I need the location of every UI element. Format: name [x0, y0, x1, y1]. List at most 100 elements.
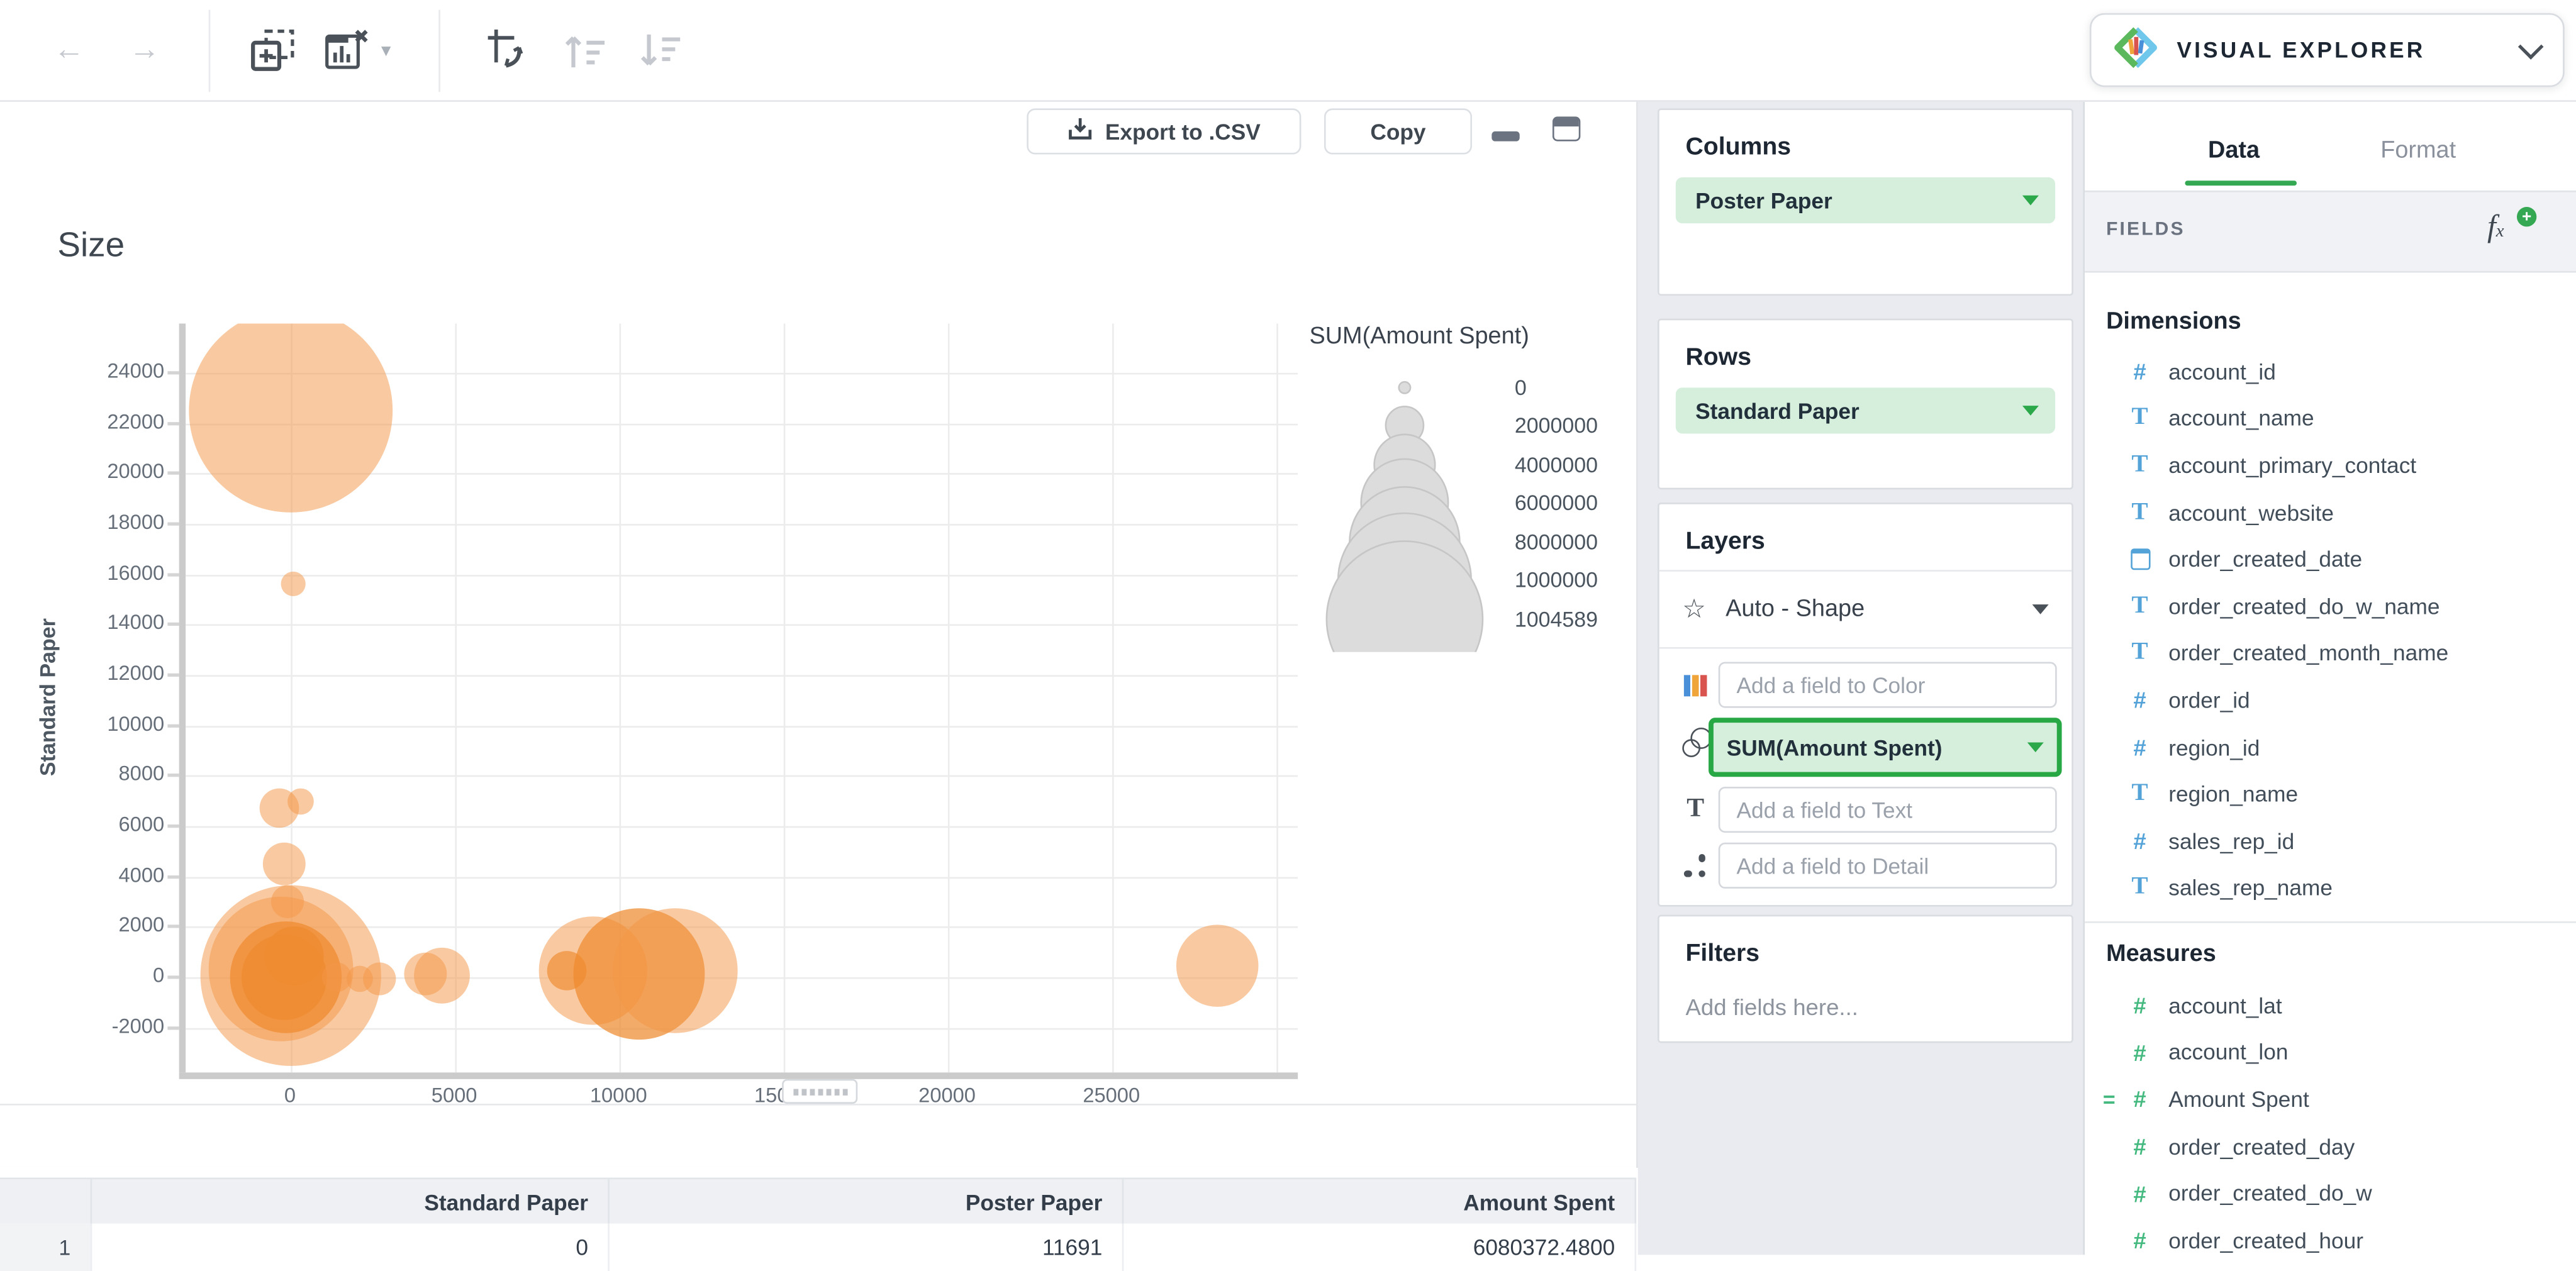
field-item-account-id[interactable]: #account_id — [2085, 348, 2576, 396]
results-table: Standard PaperPoster PaperAmount Spent 1… — [0, 1166, 1636, 1255]
table-cell: 6080372.4800 — [1124, 1224, 1636, 1271]
field-label: order_created_do_w_name — [2168, 594, 2439, 619]
visual-explorer-menu-button[interactable]: VISUAL EXPLORER — [2090, 13, 2565, 87]
layer-mode-dropdown[interactable]: ☆ Auto - Shape — [1659, 570, 2072, 648]
y-tick-mark — [167, 421, 179, 425]
field-label: order_created_date — [2168, 547, 2362, 572]
forward-arrow-icon[interactable]: → — [125, 23, 164, 79]
data-bubble[interactable] — [264, 926, 323, 985]
y-tick-label: 20000 — [49, 460, 164, 484]
gridline-horizontal — [186, 826, 1298, 828]
data-bubble[interactable] — [262, 843, 305, 885]
expand-panel-icon[interactable] — [1553, 116, 1580, 141]
text-icon: T — [2126, 641, 2153, 665]
tab-format[interactable]: Format — [2380, 138, 2456, 164]
data-bubble[interactable] — [1176, 925, 1258, 1007]
add-chart-icon[interactable] — [247, 23, 299, 79]
legend-title: SUM(Amount Spent) — [1309, 323, 1529, 350]
collapse-panel-icon[interactable] — [1492, 116, 1519, 141]
field-label: order_created_hour — [2168, 1228, 2363, 1253]
swap-axes-icon[interactable] — [481, 23, 534, 79]
field-label: Amount Spent — [2168, 1087, 2309, 1112]
field-item-region-id[interactable]: #region_id — [2085, 724, 2576, 771]
field-item-order-created-month-name[interactable]: Torder_created_month_name — [2085, 630, 2576, 677]
columns-shelf: Columns Poster Paper — [1658, 108, 2073, 296]
filters-placeholder: Add fields here... — [1686, 994, 2072, 1020]
sort-ascending-icon[interactable] — [559, 23, 611, 79]
field-item-account-website[interactable]: Taccount_website — [2085, 489, 2576, 536]
layers-shelf: Layers ☆ Auto - Shape Add a field to Col… — [1658, 502, 2073, 906]
rows-field-pill[interactable]: Standard Paper — [1676, 387, 2055, 433]
data-bubble[interactable] — [287, 788, 313, 814]
star-icon: ☆ — [1682, 593, 1705, 626]
field-item-sales-rep-name[interactable]: Tsales_rep_name — [2085, 865, 2576, 912]
shelves-panel: Columns Poster Paper Rows Standard Paper… — [1638, 102, 2083, 1255]
sort-descending-icon[interactable] — [634, 23, 687, 79]
y-tick-label: 0 — [49, 964, 164, 987]
field-item-sales-rep-id[interactable]: #sales_rep_id — [2085, 818, 2576, 865]
field-label: account_lat — [2168, 993, 2282, 1018]
table-row[interactable]: 10116916080372.4800 — [0, 1224, 1636, 1271]
column-header[interactable]: Poster Paper — [610, 1179, 1124, 1225]
resize-drag-handle[interactable] — [782, 1079, 857, 1104]
gridline-horizontal — [186, 624, 1298, 626]
legend-value-label: 1004589 — [1515, 607, 1598, 631]
row-number-header[interactable] — [0, 1179, 92, 1225]
field-item-account-primary-contact[interactable]: Taccount_primary_contact — [2085, 442, 2576, 489]
text-icon: T — [2126, 876, 2153, 901]
remove-chart-icon[interactable] — [322, 23, 371, 79]
data-bubble[interactable] — [413, 948, 469, 1004]
chevron-down-icon — [2022, 406, 2039, 416]
color-field-input[interactable]: Add a field to Color — [1719, 662, 2057, 708]
field-label: account_name — [2168, 406, 2314, 431]
export-csv-button[interactable]: Export to .CSV — [1027, 108, 1301, 154]
back-arrow-icon[interactable]: ← — [49, 23, 89, 79]
add-calculated-field-icon[interactable]: fx+ — [2487, 210, 2530, 253]
field-item-order-created-date[interactable]: order_created_date — [2085, 536, 2576, 583]
data-bubble[interactable] — [612, 908, 737, 1033]
field-label: order_id — [2168, 688, 2250, 713]
scatter-plot-area[interactable] — [186, 323, 1298, 1072]
field-item-order-created-day[interactable]: #order_created_day — [2085, 1123, 2576, 1170]
chart-card: Size Standard Paper 24000220002000018000… — [0, 102, 1638, 1168]
detail-field-input[interactable]: Add a field to Detail — [1719, 843, 2057, 889]
legend-value-label: 0 — [1515, 375, 1527, 400]
data-bubble[interactable] — [188, 323, 392, 512]
y-tick-label: 8000 — [49, 763, 164, 786]
field-item-account-name[interactable]: Taccount_name — [2085, 395, 2576, 442]
columns-field-pill[interactable]: Poster Paper — [1676, 177, 2055, 223]
columns-field-label: Poster Paper — [1695, 188, 1832, 213]
y-tick-mark — [167, 774, 179, 777]
legend-value-label: 1000000 — [1515, 567, 1598, 592]
toolbar-separator — [209, 10, 211, 92]
text-field-input[interactable]: Add a field to Text — [1719, 787, 2057, 833]
data-bubble[interactable] — [281, 571, 306, 596]
y-tick-label: 22000 — [49, 410, 164, 433]
chevron-down-icon[interactable]: ▼ — [374, 23, 398, 79]
field-item-order-created-do-w[interactable]: #order_created_do_w — [2085, 1170, 2576, 1217]
measures-header: Measures — [2106, 941, 2216, 967]
shape-field-pill-selected[interactable]: SUM(Amount Spent) — [1709, 718, 2061, 777]
dimensions-header: Dimensions — [2106, 309, 2241, 335]
field-item-region-name[interactable]: Tregion_name — [2085, 771, 2576, 818]
filters-header: Filters — [1686, 940, 2072, 967]
section-divider — [2085, 921, 2576, 923]
y-tick-mark — [167, 1026, 179, 1029]
column-header[interactable]: Amount Spent — [1124, 1179, 1636, 1225]
field-item-order-created-do-w-name[interactable]: Torder_created_do_w_name — [2085, 583, 2576, 630]
field-item-account-lat[interactable]: #account_lat — [2085, 982, 2576, 1030]
field-item-order-created-hour[interactable]: #order_created_hour — [2085, 1217, 2576, 1255]
tab-data[interactable]: Data — [2208, 138, 2260, 164]
field-item-amount-spent[interactable]: =#Amount Spent — [2085, 1076, 2576, 1123]
field-label: region_id — [2168, 735, 2260, 760]
column-header[interactable]: Standard Paper — [92, 1179, 610, 1225]
filters-shelf[interactable]: Filters Add fields here... — [1658, 915, 2073, 1043]
legend-value-label: 2000000 — [1515, 413, 1598, 438]
copy-label: Copy — [1370, 119, 1425, 143]
copy-button[interactable]: Copy — [1324, 108, 1472, 154]
data-bubble[interactable] — [362, 962, 395, 995]
field-item-account-lon[interactable]: #account_lon — [2085, 1029, 2576, 1076]
field-item-order-id[interactable]: #order_id — [2085, 677, 2576, 724]
y-tick-label: 24000 — [49, 360, 164, 383]
field-label: sales_rep_name — [2168, 876, 2333, 901]
